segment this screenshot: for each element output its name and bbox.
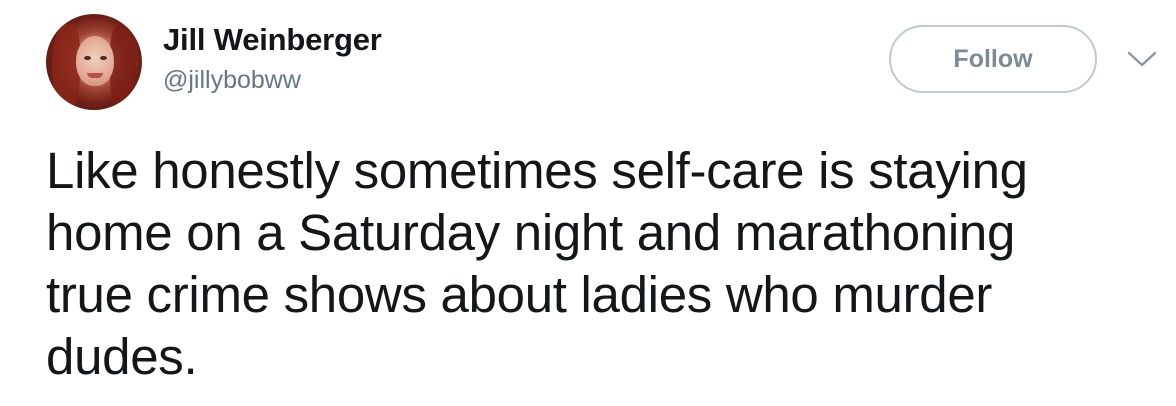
tweet-card: Jill Weinberger @jillybobww Follow Like … xyxy=(0,0,1176,406)
avatar-eye-right xyxy=(100,56,107,60)
avatar-mouth xyxy=(87,73,103,78)
follow-button[interactable]: Follow xyxy=(889,25,1097,93)
chevron-down-icon[interactable] xyxy=(1126,48,1158,70)
tweet-text-line: true crime shows about ladies who murder xyxy=(46,266,993,323)
author-avatar[interactable] xyxy=(46,14,142,110)
tweet-text-line: home on a Saturday night and marathoning xyxy=(46,204,1016,261)
avatar-hair-right xyxy=(110,26,136,110)
avatar-eye-left xyxy=(84,56,91,60)
author-handle[interactable]: @jillybobww xyxy=(163,66,301,95)
tweet-text: Like honestly sometimes self-care is sta… xyxy=(46,140,1156,388)
avatar-face xyxy=(76,36,114,86)
tweet-text-line: Like honestly sometimes self-care is sta… xyxy=(46,142,1028,199)
author-display-name[interactable]: Jill Weinberger xyxy=(163,22,382,58)
tweet-text-line: dudes. xyxy=(46,328,198,385)
